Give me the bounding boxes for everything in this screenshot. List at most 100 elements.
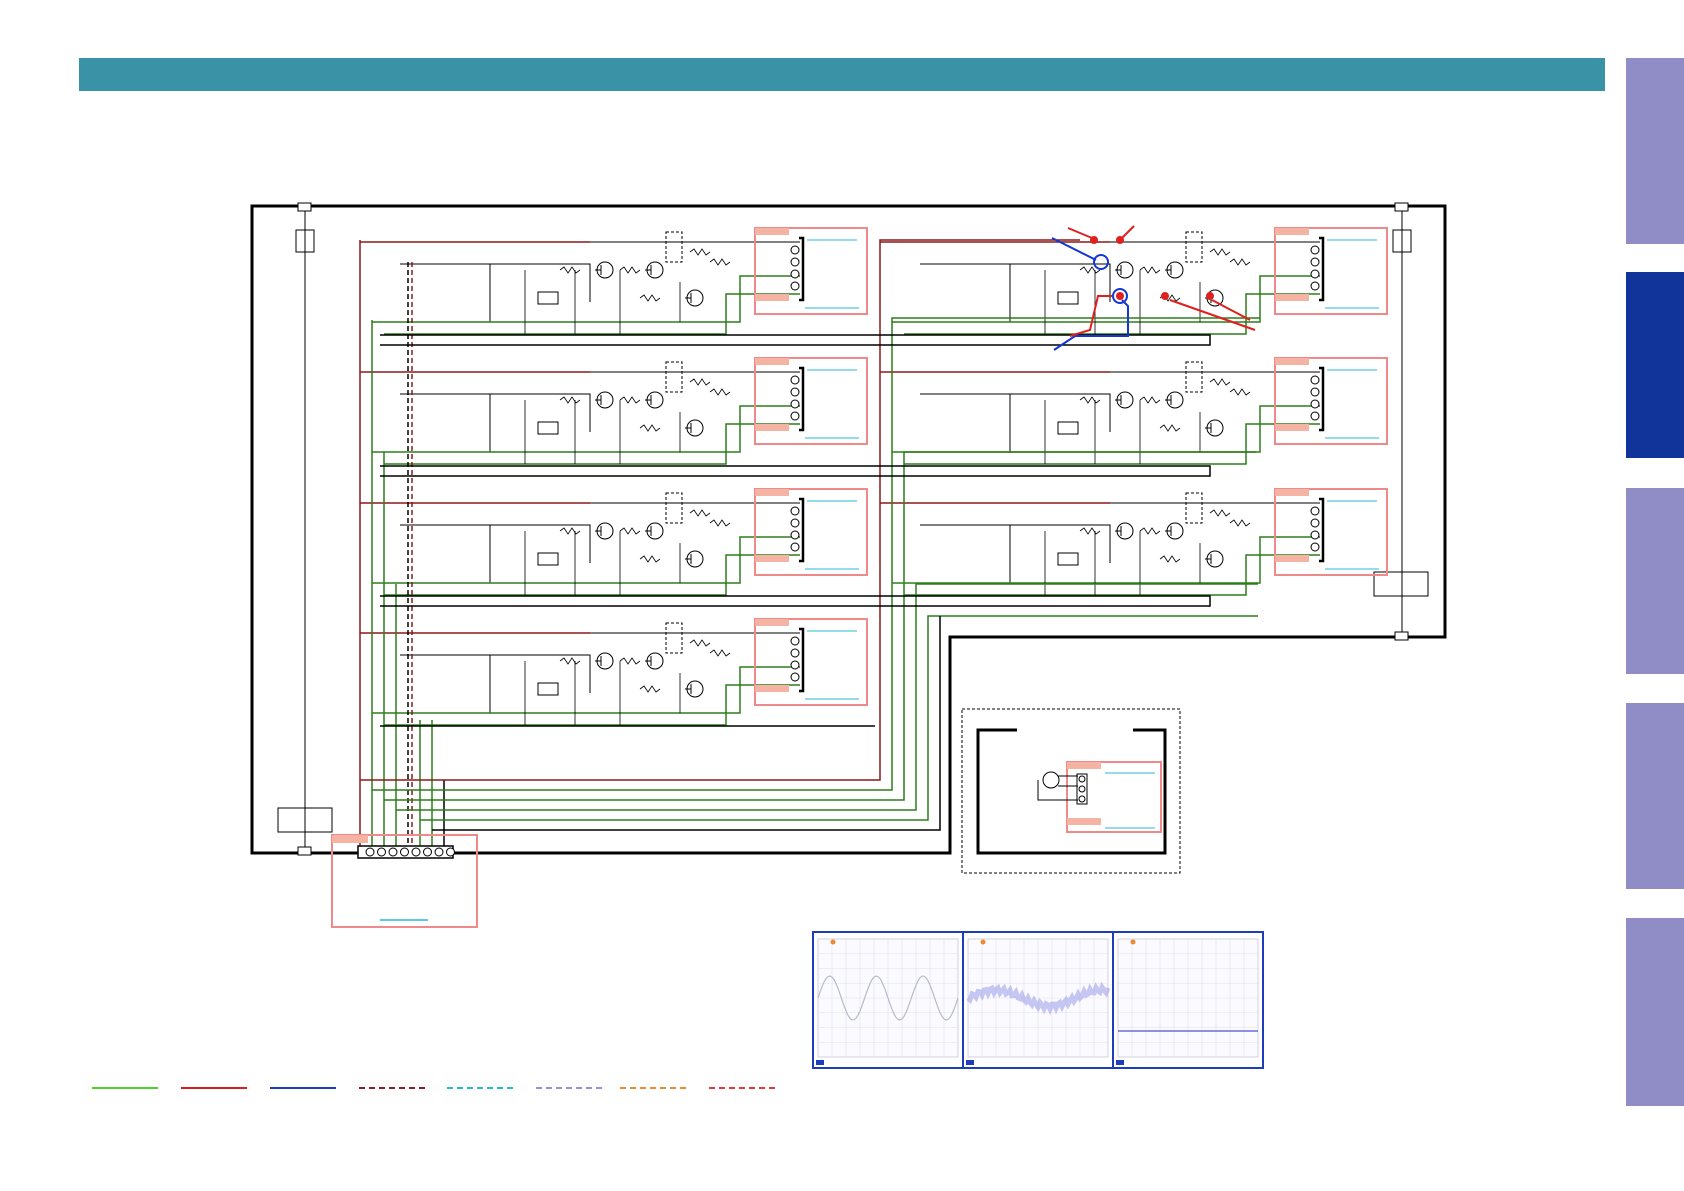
right-connector-3 [1274, 488, 1388, 576]
resistor-symbol [1209, 509, 1231, 517]
bottom-pin [377, 847, 386, 857]
left-connector-1 [754, 227, 868, 315]
bottom-pin [434, 847, 444, 857]
resistor-symbol [619, 527, 641, 535]
bottom-connector [331, 834, 478, 928]
trigger-marker [980, 939, 986, 945]
connector-pin [790, 660, 800, 670]
connector-pin [1310, 530, 1320, 540]
supply-rails [277, 211, 1429, 847]
resistor-symbol [709, 388, 731, 396]
optional-part-outline [1185, 231, 1203, 263]
resistor-symbol [1079, 396, 1101, 404]
resistor-symbol [559, 527, 581, 535]
resistor-symbol [1079, 527, 1101, 535]
resistor-symbol [689, 509, 711, 517]
left-channel-3 [360, 488, 868, 596]
resistor-symbol [619, 396, 641, 404]
left-channel-1 [360, 227, 868, 335]
connector-pin [790, 257, 800, 267]
resistor-symbol [639, 685, 661, 693]
resistor-symbol [709, 519, 731, 527]
connector-pin [1310, 281, 1320, 291]
scope-panel-1 [812, 931, 964, 1069]
channel-marker [816, 1060, 824, 1065]
connector-pin [790, 387, 800, 397]
optional-part-outline [665, 622, 683, 654]
trigger-marker [1130, 939, 1136, 945]
scope-panel-3 [1112, 931, 1264, 1069]
bottom-pin [423, 847, 432, 857]
channel-marker [1116, 1060, 1124, 1065]
right-channel-group [880, 227, 1388, 596]
connector-pin [790, 506, 800, 516]
resistor-symbol [709, 649, 731, 657]
resistor-symbol [1139, 266, 1161, 274]
ic-box [1057, 421, 1079, 435]
connector-pin [790, 636, 800, 646]
left-channel-2 [360, 357, 868, 465]
connector-pin [1310, 518, 1320, 528]
ic-box [537, 421, 559, 435]
connector-pin [790, 518, 800, 528]
connector-pin [1310, 375, 1320, 385]
right-connector-2 [1274, 357, 1388, 445]
scope-panel-2 [962, 931, 1114, 1069]
highlight-markers [1051, 225, 1256, 351]
connector-pin [1310, 257, 1320, 267]
connector-pin [790, 245, 800, 255]
resistor-symbol [559, 396, 581, 404]
ic-box [537, 552, 559, 566]
resistor-symbol [1229, 519, 1251, 527]
channel-marker [966, 1060, 974, 1065]
resistor-symbol [559, 657, 581, 665]
connector-pin [790, 542, 800, 552]
resistor-symbol [1139, 527, 1161, 535]
schematic-diagram [92, 202, 1447, 1089]
connector-pin [1310, 245, 1320, 255]
sub-board-panel [961, 708, 1181, 874]
mounting-holes [297, 202, 1409, 856]
resistor-symbol [1229, 258, 1251, 266]
resistor-symbol [1159, 555, 1181, 563]
resistor-symbol [639, 555, 661, 563]
connector-pin [1310, 542, 1320, 552]
resistor-symbol [1229, 388, 1251, 396]
ic-box [537, 682, 559, 696]
connector-pin [790, 375, 800, 385]
connector-pin [790, 530, 800, 540]
right-channel-3 [880, 488, 1388, 596]
right-channel-2 [880, 357, 1388, 465]
connector-pin [790, 399, 800, 409]
main-board-outline [250, 204, 1447, 855]
optional-part-outline [1185, 492, 1203, 524]
connector-pin [790, 648, 800, 658]
right-connector-1 [1274, 227, 1388, 315]
resistor-symbol [639, 294, 661, 302]
optional-part-outline [665, 492, 683, 524]
resistor-symbol [689, 639, 711, 647]
resistor-symbol [709, 258, 731, 266]
connector-pin [1310, 506, 1320, 516]
bottom-pin [400, 847, 409, 857]
bottom-pin [388, 847, 398, 857]
left-connector-2 [754, 357, 868, 445]
connector-pin [1310, 387, 1320, 397]
wire-bundle [359, 240, 445, 848]
resistor-symbol [689, 378, 711, 386]
resistor-symbol [1209, 378, 1231, 386]
optional-part-outline [1185, 361, 1203, 393]
resistor-symbol [559, 266, 581, 274]
connector-pin [790, 281, 800, 291]
optional-part-outline [665, 361, 683, 393]
bottom-pin [446, 847, 455, 857]
bottom-pin [411, 847, 421, 857]
optional-part-outline [665, 231, 683, 263]
left-connector-3 [754, 488, 868, 576]
resistor-symbol [1139, 396, 1161, 404]
ic-box [537, 291, 559, 305]
trigger-marker [830, 939, 836, 945]
bottom-pin [365, 847, 375, 857]
resistor-symbol [639, 424, 661, 432]
resistor-symbol [1159, 424, 1181, 432]
